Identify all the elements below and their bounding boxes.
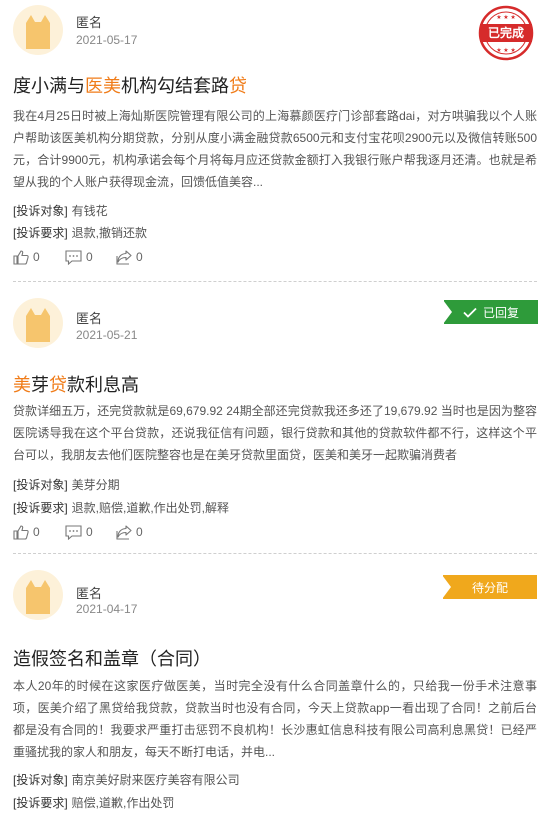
title-segment: 造假签名和盖章（合同） (13, 649, 211, 669)
check-icon (463, 307, 477, 318)
cat-avatar-icon (13, 570, 63, 620)
svg-text:★ ★ ★: ★ ★ ★ (496, 14, 515, 21)
share-icon (116, 249, 132, 265)
complaint-request: [投诉要求] 赔偿,道歉,作出处罚 (13, 794, 174, 811)
request-label: [投诉要求] (13, 501, 68, 515)
thumbs-up-icon (13, 524, 29, 540)
svg-text:★ ★ ★: ★ ★ ★ (496, 47, 515, 54)
post-date: 2021-04-17 (76, 602, 138, 616)
status-label: 待分配 (471, 580, 508, 595)
divider (13, 553, 537, 554)
request-value: 退款,撤销还款 (71, 226, 148, 240)
status-badge: 待分配 (442, 575, 537, 599)
status-badge: 已回复 (443, 300, 538, 324)
target-value: 南京美好尉来医疗美容有限公司 (71, 773, 240, 787)
like-count: 0 (33, 250, 40, 264)
comment-button[interactable]: 0 (65, 248, 93, 266)
divider (13, 281, 537, 282)
share-count: 0 (136, 525, 143, 539)
comment-icon (65, 524, 82, 540)
request-value: 赔偿,道歉,作出处罚 (71, 796, 175, 810)
svg-text:已完成: 已完成 (488, 25, 524, 40)
title-keyword: 美 (13, 375, 31, 395)
complaint-target: [投诉对象] 美芽分期 (13, 476, 120, 493)
complaint-body: 本人20年的时候在这家医疗做医美，当时完全没有什么合同盖章什么的，只给我一份手术… (13, 679, 537, 759)
target-label: [投诉对象] (13, 773, 68, 787)
target-value: 美芽分期 (71, 478, 120, 492)
title-keyword: 贷 (229, 76, 247, 96)
title-segment: 机构勾结套路 (121, 76, 229, 96)
cat-avatar-icon (13, 5, 63, 55)
action-bar: 0 0 0 (13, 248, 313, 266)
user-name: 匿名 (76, 15, 103, 30)
complaint-target: [投诉对象] 有钱花 (13, 202, 108, 219)
complaint-body: 贷款详细五万，还完贷款就是69,679.92 24期全部还完贷款我还多还了19,… (13, 404, 537, 462)
status-badge: 已完成 ★ ★ ★ ★ ★ ★ (477, 4, 535, 62)
request-label: [投诉要求] (13, 796, 68, 810)
target-value: 有钱花 (71, 204, 108, 218)
title-segment: 芽 (31, 375, 49, 395)
complaint-request: [投诉要求] 退款,撤销还款 (13, 224, 147, 241)
share-count: 0 (136, 250, 143, 264)
complaint-title[interactable]: 美芽贷款利息高 (13, 371, 139, 397)
status-label: 已回复 (482, 305, 519, 320)
complaint-title[interactable]: 造假签名和盖章（合同） (13, 645, 211, 671)
comment-count: 0 (86, 525, 93, 539)
request-label: [投诉要求] (13, 226, 68, 240)
complaint-title[interactable]: 度小满与医美机构勾结套路贷 (13, 72, 247, 98)
user-name: 匿名 (76, 311, 103, 326)
title-segment: 款利息高 (67, 375, 139, 395)
target-label: [投诉对象] (13, 204, 68, 218)
like-button[interactable]: 0 (13, 248, 40, 266)
complaint-target: [投诉对象] 南京美好尉来医疗美容有限公司 (13, 771, 240, 788)
action-bar: 0 0 0 (13, 523, 313, 541)
cat-avatar-icon (13, 298, 63, 348)
comment-icon (65, 249, 82, 265)
share-button[interactable]: 0 (116, 523, 143, 541)
user-name: 匿名 (76, 586, 103, 601)
title-keyword: 医美 (85, 76, 121, 96)
request-value: 退款,赔偿,道歉,作出处罚,解释 (71, 501, 230, 515)
complaint-card-1[interactable]: 匿名 2021-05-17 已完成 ★ ★ ★ ★ ★ ★ 度小满与医美机构勾结… (0, 0, 550, 280)
like-button[interactable]: 0 (13, 523, 40, 541)
title-keyword: 贷 (49, 375, 67, 395)
like-count: 0 (33, 525, 40, 539)
share-icon (116, 524, 132, 540)
comment-button[interactable]: 0 (65, 523, 93, 541)
target-label: [投诉对象] (13, 478, 68, 492)
complaint-request: [投诉要求] 退款,赔偿,道歉,作出处罚,解释 (13, 499, 229, 516)
title-segment: 度小满与 (13, 76, 85, 96)
comment-count: 0 (86, 250, 93, 264)
share-button[interactable]: 0 (116, 248, 143, 266)
post-date: 2021-05-21 (76, 328, 138, 342)
complaint-body: 我在4月25日时被上海灿斯医院管理有限公司的上海慕颜医疗门诊部套路dai，对方哄… (13, 109, 537, 189)
post-date: 2021-05-17 (76, 33, 138, 47)
thumbs-up-icon (13, 249, 29, 265)
